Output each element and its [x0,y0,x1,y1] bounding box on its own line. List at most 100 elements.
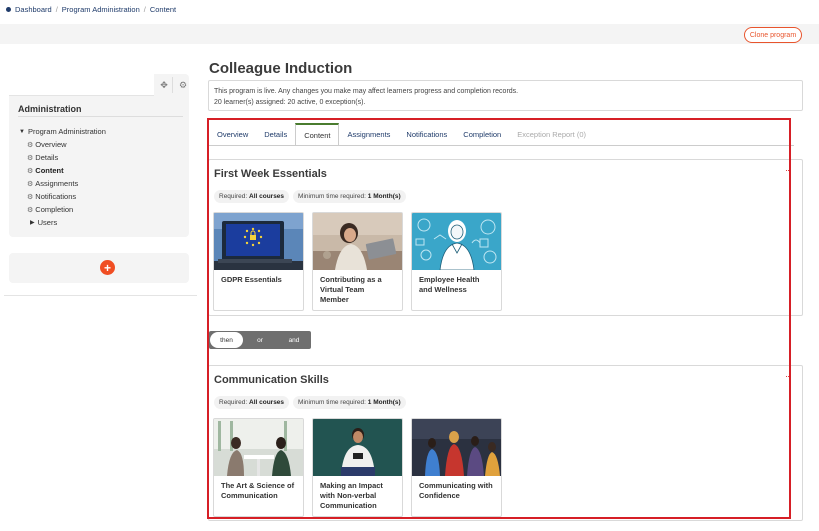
sidebar-item-label: Overview [35,140,67,149]
required-badge: Required: All courses [214,190,290,203]
group-meeting-image [412,419,501,476]
sidebar-item-notifications[interactable]: ⚙ Notifications [19,190,106,203]
min-time-badge: Minimum time required: 1 Month(s) [293,396,406,409]
two-people-talking-image [214,419,303,476]
course-name: Communicating with Confidence [419,481,493,500]
divider [18,116,183,117]
laptop-eu-lock-image [214,213,303,270]
breadcrumb-program-administration[interactable]: Program Administration [62,5,140,14]
tab-notifications[interactable]: Notifications [398,123,455,145]
sidebar-item-label: Users [37,218,58,227]
tab-exception-report: Exception Report (0) [517,129,587,139]
assignment-summary: 20 learner(s) assigned: 20 active, 0 exc… [214,99,366,106]
sidebar-item-content[interactable]: ⚙ Content [19,164,106,177]
course-card[interactable]: Making an Impact with Non-verbal Communi… [312,418,403,517]
course-card[interactable]: GDPR Essentials [213,212,304,311]
sidebar-item-label: Completion [35,205,74,214]
course-card[interactable]: The Art & Science of Communication [213,418,304,517]
operator-then[interactable]: then [210,332,243,348]
breadcrumb-content[interactable]: Content [150,5,176,14]
add-block-button[interactable]: + [100,260,115,275]
min-time-label: Minimum time required: [298,193,366,200]
administration-block: ✥ ⚙ Administration ▼ Program Administrat… [9,74,189,237]
caret-right-icon: ▶ [30,220,35,226]
sidebar-item-users[interactable]: ▶ Users [19,216,106,229]
course-thumbnail [412,419,501,476]
divider [4,295,197,296]
operator-or[interactable]: or [243,331,277,349]
course-card[interactable]: Communicating with Confidence [411,418,502,517]
sidebar-item-assignments[interactable]: ⚙ Assignments [19,177,106,190]
course-name: Making an Impact with Non-verbal Communi… [320,481,383,510]
required-badge: Required: All courses [214,396,290,409]
home-dot-icon [6,7,11,12]
breadcrumb-dashboard[interactable]: Dashboard [15,5,52,14]
course-thumbnail [313,213,402,270]
tree-root-label: Program Administration [27,127,106,136]
live-program-notice: This program is live. Any changes you ma… [208,80,803,111]
course-card[interactable]: Employee Health and Wellness [411,212,502,311]
course-set: First Week Essentials ··· Required: All … [208,159,803,316]
administration-title: Administration [18,104,82,114]
course-thumbnail [214,213,303,270]
course-name: Employee Health and Wellness [419,275,480,294]
breadcrumb: Dashboard / Program Administration / Con… [6,5,176,14]
course-list: GDPR Essentials Contributing as a Virtua… [213,212,502,311]
course-name: GDPR Essentials [221,275,282,284]
notice-line: This program is live. Any changes you ma… [214,88,519,95]
min-time-badge: Minimum time required: 1 Month(s) [293,190,406,203]
required-value: All courses [249,399,285,406]
settings-cog-icon: ⚙ [27,167,34,175]
man-with-phone-image [313,419,402,476]
settings-cog-icon: ⚙ [27,180,34,188]
tab-content[interactable]: Content [295,123,340,145]
tab-overview[interactable]: Overview [209,123,256,145]
block-header-divider [172,77,173,93]
breadcrumb-separator: / [143,5,146,14]
sidebar-item-details[interactable]: ⚙ Details [19,151,106,164]
required-label: Required: [219,399,248,406]
course-card[interactable]: Contributing as a Virtual Team Member [312,212,403,311]
sidebar-item-label: Assignments [35,179,79,188]
course-set-rules: Required: All courses Minimum time requi… [214,396,406,409]
course-thumbnail [313,419,402,476]
tabs-divider [209,145,794,146]
tab-completion[interactable]: Completion [455,123,509,145]
sidebar-item-overview[interactable]: ⚙ Overview [19,138,106,151]
min-time-value: 1 Month(s) [367,193,401,200]
set-operator-toggle: then or and [209,331,311,349]
course-set-title: Communication Skills [214,374,329,386]
woman-at-laptop-image [313,213,402,270]
add-block-panel: + [9,253,189,283]
tab-details[interactable]: Details [256,123,295,145]
sidebar-item-completion[interactable]: ⚙ Completion [19,203,106,216]
caret-down-icon: ▼ [19,128,25,135]
course-name: Contributing as a Virtual Team Member [320,275,382,304]
wellness-illustration-image [412,213,501,270]
operator-and[interactable]: and [277,331,311,349]
sidebar-item-label: Content [35,166,64,175]
required-value: All courses [249,193,285,200]
course-thumbnail [412,213,501,270]
breadcrumb-bar [0,24,819,44]
sidebar-item-label: Details [35,153,59,162]
clone-program-button[interactable]: Clone program [744,27,802,43]
sidebar-item-label: Notifications [35,192,77,201]
settings-cog-icon: ⚙ [27,154,34,162]
min-time-value: 1 Month(s) [367,399,401,406]
settings-cog-icon: ⚙ [27,206,34,214]
more-options-icon[interactable]: ··· [785,165,792,175]
tab-assignments[interactable]: Assignments [339,123,398,145]
program-tabs: Overview Details Content Assignments Not… [209,123,594,145]
more-options-icon[interactable]: ··· [785,371,792,381]
required-label: Required: [219,193,248,200]
tree-root-program-administration[interactable]: ▼ Program Administration [19,125,106,138]
course-set-rules: Required: All courses Minimum time requi… [214,190,406,203]
course-set: Communication Skills ··· Required: All c… [208,365,803,521]
gear-icon[interactable]: ⚙ [175,77,191,93]
course-name: The Art & Science of Communication [221,481,295,500]
course-set-title: First Week Essentials [214,168,327,180]
course-thumbnail [214,419,303,476]
min-time-label: Minimum time required: [298,399,366,406]
move-icon[interactable]: ✥ [156,77,172,93]
